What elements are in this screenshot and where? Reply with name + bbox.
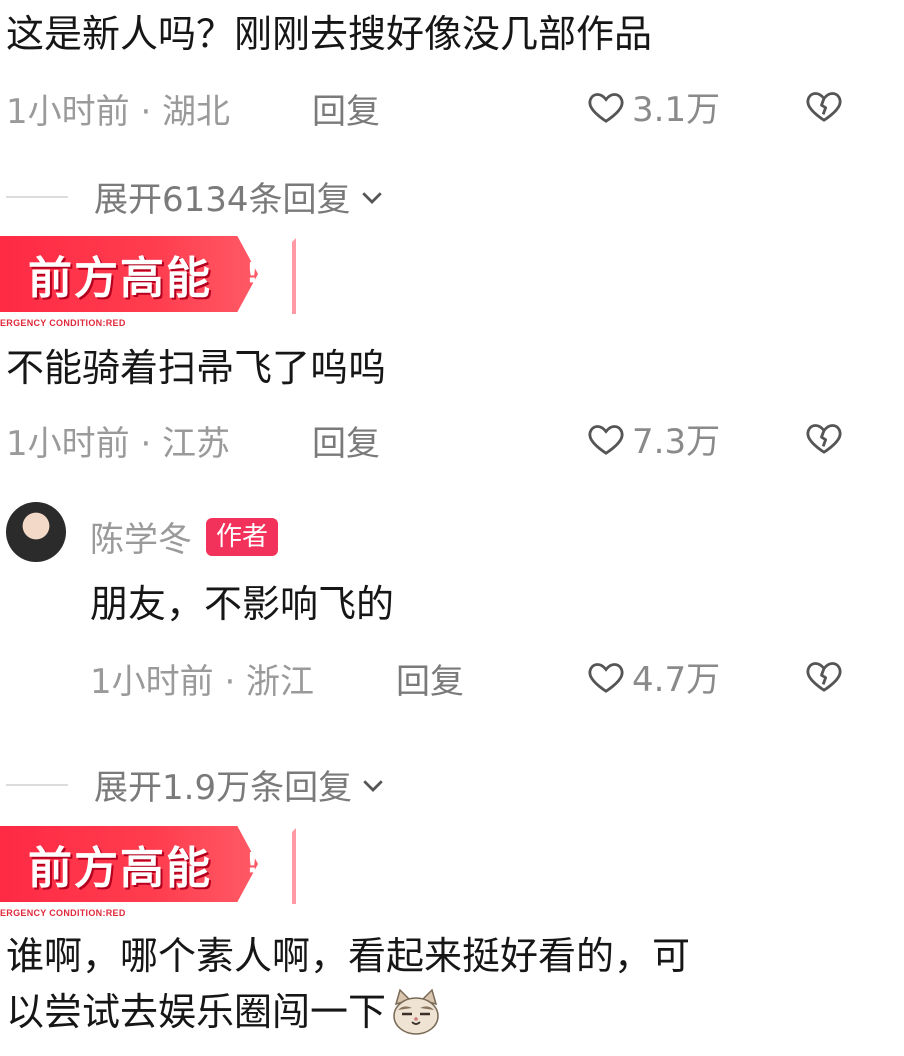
expand-replies-label: 展开6134条回复	[94, 180, 351, 220]
badge-subtitle: ERGENCY CONDITION:RED	[0, 318, 126, 328]
comment-text: 不能骑着扫帚飞了呜呜	[6, 346, 387, 390]
author-tag: 作者	[206, 517, 279, 556]
comment-text-line: 以尝试去娱乐圈闯一下	[6, 990, 387, 1034]
broken-heart-icon	[806, 92, 842, 122]
heart-outline-icon	[588, 92, 624, 123]
badge-subtitle: ERGENCY CONDITION:RED	[0, 908, 126, 918]
like-count: 4.7万	[632, 660, 721, 700]
comment-meta: 1小时前 · 江苏	[6, 424, 231, 464]
comment-text: 这是新人吗？刚刚去搜好像没几部作品	[6, 12, 653, 56]
broken-heart-icon	[806, 424, 842, 454]
avatar[interactable]	[6, 502, 66, 562]
comment-text-line: 谁啊，哪个素人啊，看起来挺好看的，可	[6, 934, 691, 978]
reply-button[interactable]: 回复	[312, 416, 380, 465]
badge-mark: !	[246, 846, 259, 879]
heart-outline-icon	[588, 424, 624, 455]
reply-meta: 1小时前 · 浙江	[90, 662, 315, 702]
high-energy-badge: 前方高能 ! ERGENCY CONDITION:RED	[0, 236, 300, 336]
dislike-button[interactable]	[804, 86, 844, 130]
like-button[interactable]: 4.7万	[586, 652, 720, 701]
divider-line	[6, 195, 68, 198]
chevron-down-icon	[363, 779, 383, 792]
cat-face-emoji-icon	[393, 988, 439, 1035]
dislike-button[interactable]	[804, 418, 844, 462]
badge-title: 前方高能	[28, 843, 212, 894]
like-button[interactable]: 3.1万	[586, 82, 720, 131]
author-header: 陈学冬 作者	[90, 512, 279, 561]
broken-heart-icon	[806, 662, 842, 692]
divider-line	[6, 783, 68, 786]
author-name[interactable]: 陈学冬	[90, 512, 192, 561]
comment-text-line-2: 以尝试去娱乐圈闯一下	[6, 984, 442, 1040]
high-energy-badge: 前方高能 ! ERGENCY CONDITION:RED	[0, 826, 300, 926]
reply-button[interactable]: 回复	[312, 84, 380, 133]
dislike-button[interactable]	[804, 656, 844, 700]
expand-replies-button[interactable]: 展开6134条回复	[6, 172, 387, 221]
reply-button[interactable]: 回复	[396, 654, 464, 703]
badge-title: 前方高能	[28, 253, 212, 304]
badge-mark: !	[246, 256, 259, 289]
like-button[interactable]: 7.3万	[586, 414, 720, 463]
like-count: 7.3万	[632, 422, 721, 462]
comment-meta: 1小时前 · 湖北	[6, 92, 231, 132]
expand-replies-button[interactable]: 展开1.9万条回复	[6, 760, 388, 809]
reply-text: 朋友，不影响飞的	[90, 582, 395, 626]
like-count: 3.1万	[632, 90, 721, 130]
expand-replies-label: 展开1.9万条回复	[94, 768, 353, 808]
chevron-down-icon	[361, 191, 382, 204]
heart-outline-icon	[588, 662, 624, 693]
